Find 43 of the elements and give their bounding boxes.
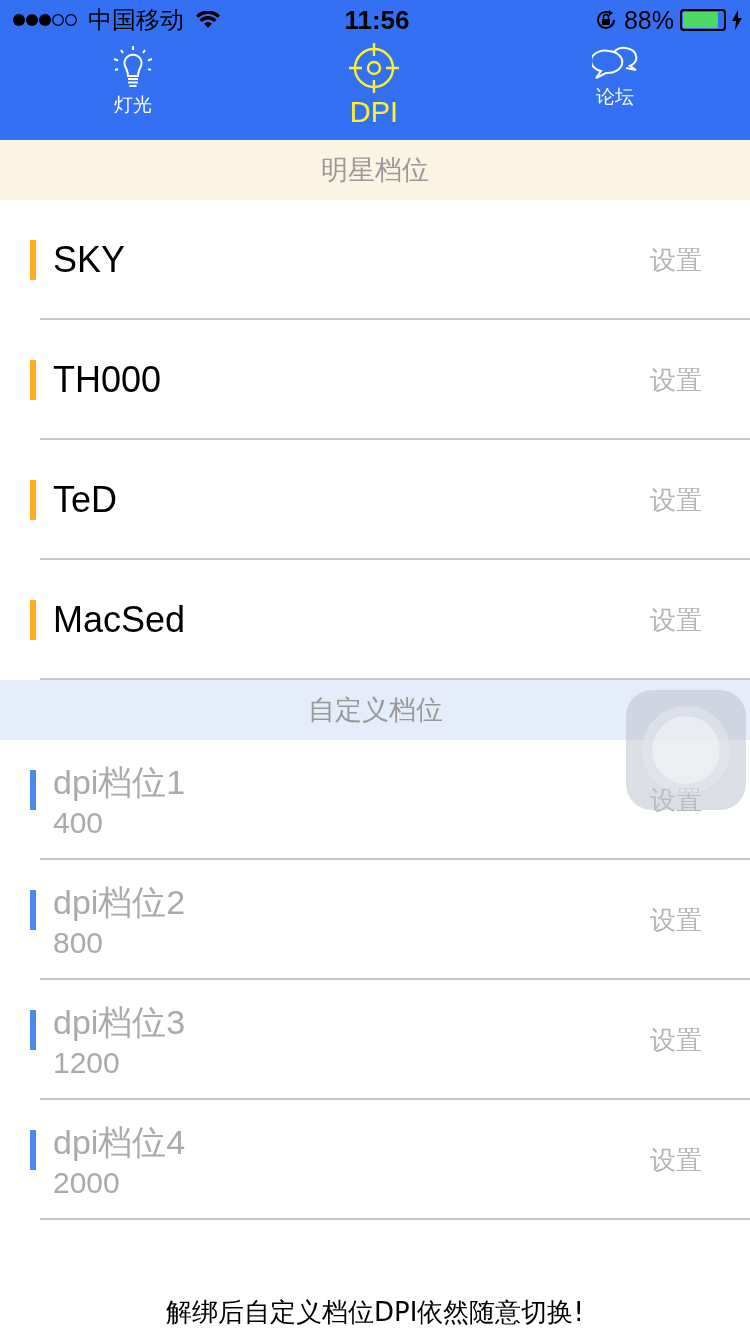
accent-bar <box>30 1010 36 1050</box>
preset-name: SKY <box>53 239 127 281</box>
accent-bar <box>30 1130 36 1170</box>
settings-link[interactable]: 设置 <box>650 602 702 638</box>
accent-bar <box>30 240 36 280</box>
preset-name: TeD <box>53 479 119 521</box>
dpi-value: 800 <box>53 926 105 960</box>
accent-bar <box>30 600 36 640</box>
settings-link[interactable]: 设置 <box>650 1022 702 1058</box>
carrier-name: 中国移动 <box>88 5 184 36</box>
battery-icon <box>680 9 726 31</box>
preset-name: MacSed <box>53 599 187 641</box>
tab-item[interactable]: 论坛 <box>540 40 690 140</box>
battery-percent: 88% <box>623 5 674 35</box>
wifi-icon <box>196 11 220 29</box>
settings-link[interactable]: 设置 <box>650 242 702 278</box>
preset-name: dpi档位3 <box>53 1002 187 1043</box>
floating-button[interactable] <box>626 690 746 810</box>
settings-link[interactable]: 设置 <box>650 482 702 518</box>
settings-link[interactable]: 设置 <box>650 1142 702 1178</box>
dpi-value: 2000 <box>53 1166 121 1200</box>
signal-icon <box>12 13 80 27</box>
settings-link[interactable]: 设置 <box>650 782 702 818</box>
accent-bar <box>30 770 36 810</box>
settings-link[interactable]: 设置 <box>650 902 702 938</box>
crosshair-icon <box>348 42 400 94</box>
footer-message: 解绑后自定义档位DPI依然随意切换! <box>166 1296 584 1329</box>
charging-icon <box>732 10 742 30</box>
accent-bar <box>30 890 36 930</box>
dpi-value: 400 <box>53 806 105 840</box>
section-title: 自定义档位 <box>307 693 443 727</box>
clock-time: 11:56 <box>344 4 410 36</box>
accent-bar <box>30 480 36 520</box>
preset-name: dpi档位1 <box>53 762 187 803</box>
accent-bar <box>30 360 36 400</box>
preset-name: dpi档位4 <box>53 1122 187 1163</box>
settings-link[interactable]: 设置 <box>650 362 702 398</box>
section-title: 明星档位 <box>321 153 429 187</box>
preset-name: dpi档位2 <box>53 882 187 923</box>
tab-item[interactable]: DPI <box>299 40 449 140</box>
preset-name: TH000 <box>53 359 163 401</box>
tab-item[interactable]: 灯光 <box>58 40 208 140</box>
dpi-value: 1200 <box>53 1046 121 1080</box>
